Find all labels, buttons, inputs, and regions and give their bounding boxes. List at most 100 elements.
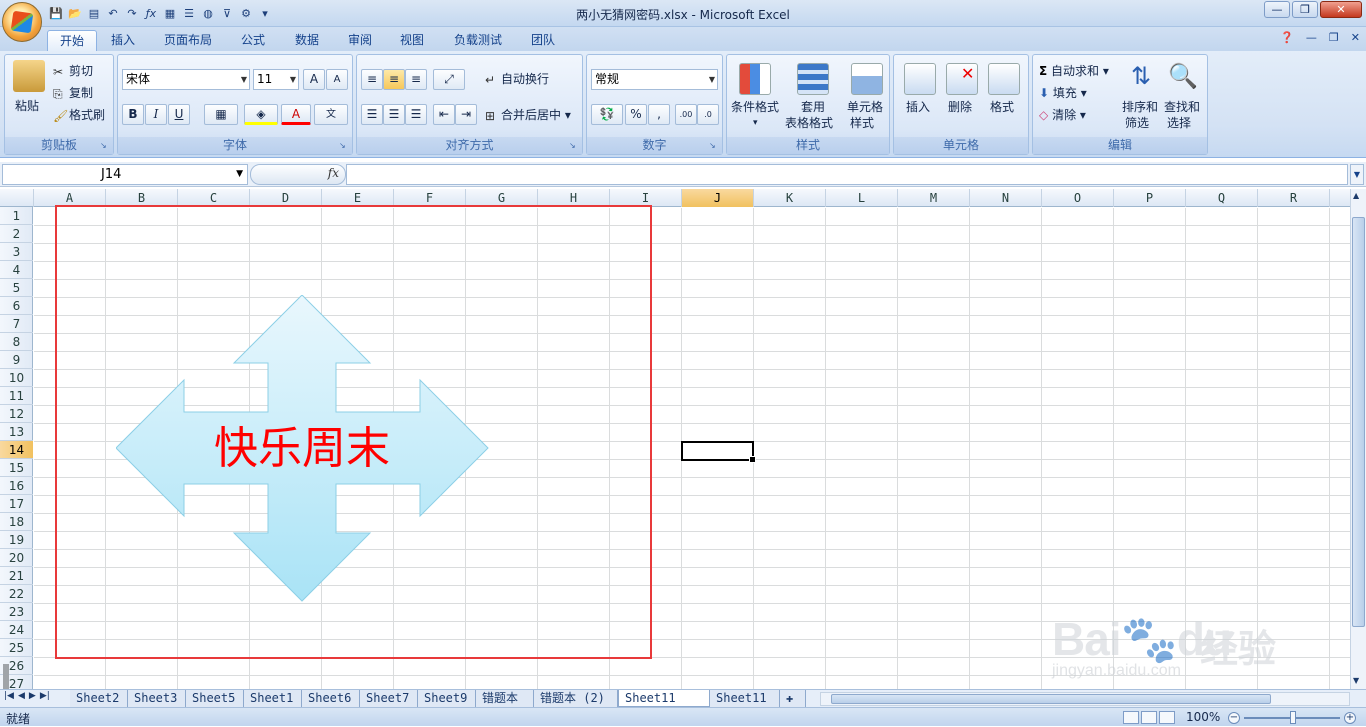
row-header[interactable]: 6 [0, 297, 33, 315]
column-header[interactable]: Q [1186, 189, 1258, 207]
vertical-scroll-thumb[interactable] [1352, 217, 1365, 627]
sheet-tab[interactable]: Sheet3 [128, 690, 186, 707]
increase-indent-button[interactable]: ⇥ [455, 104, 477, 125]
zoom-level[interactable]: 100% [1186, 710, 1220, 724]
vertical-scrollbar[interactable]: ▲ ▼ [1350, 189, 1366, 689]
restore-button[interactable]: ❐ [1292, 1, 1318, 18]
decrease-decimal-button[interactable]: .0 [697, 104, 719, 125]
underline-button[interactable]: U [168, 104, 190, 125]
dialog-launcher-icon[interactable]: ↘ [569, 141, 579, 151]
shrink-font-button[interactable]: A [326, 69, 348, 90]
binoculars-icon[interactable]: 🔍 [1167, 61, 1199, 93]
dialog-launcher-icon[interactable]: ↘ [100, 141, 110, 151]
border-button[interactable]: ▦ [204, 104, 238, 125]
format-cells-icon[interactable] [988, 63, 1020, 95]
sheet-tab[interactable]: Sheet9 [418, 690, 476, 707]
fill-button[interactable]: ⬇ 填充 ▾ [1039, 85, 1087, 101]
row-header[interactable]: 21 [0, 567, 33, 585]
delete-cells-button[interactable]: 删除 [948, 99, 972, 115]
increase-decimal-button[interactable]: .00 [675, 104, 697, 125]
scroll-down-icon[interactable]: ▼ [1353, 676, 1359, 685]
prev-sheet-icon[interactable]: ◀ [18, 691, 25, 701]
row-header[interactable]: 12 [0, 405, 33, 423]
align-bottom-button[interactable]: ≡ [405, 69, 427, 90]
row-header[interactable]: 18 [0, 513, 33, 531]
sheet-tab[interactable]: Sheet5 [186, 690, 244, 707]
first-sheet-icon[interactable]: |◀ [4, 691, 14, 701]
insert-cells-button[interactable]: 插入 [906, 99, 930, 115]
sheet-tab[interactable]: Sheet1 [244, 690, 302, 707]
sort-filter-line2[interactable]: 筛选 [1125, 115, 1149, 131]
align-left-button[interactable]: ☰ [361, 104, 383, 125]
row-header[interactable]: 24 [0, 621, 33, 639]
office-button[interactable] [2, 2, 42, 42]
tab-review[interactable]: 审阅 [336, 30, 384, 51]
conditional-format-icon[interactable] [739, 63, 771, 95]
align-middle-button[interactable]: ≡ [383, 69, 405, 90]
ribbon-minimize-icon[interactable]: — [1306, 31, 1317, 44]
zoom-out-icon[interactable]: − [1228, 712, 1240, 724]
ribbon-restore-icon[interactable]: ❐ [1329, 31, 1339, 44]
name-box[interactable]: J14 ▼ [2, 164, 248, 185]
column-header[interactable]: L [826, 189, 898, 207]
sheet-tab[interactable]: Sheet6 [302, 690, 360, 707]
row-header[interactable]: 17 [0, 495, 33, 513]
sort-filter-line1[interactable]: 排序和 [1122, 99, 1158, 115]
row-header[interactable]: 2 [0, 225, 33, 243]
align-top-button[interactable]: ≡ [361, 69, 383, 90]
scroll-up-icon[interactable]: ▲ [1353, 191, 1359, 200]
sheet-tab[interactable]: Sheet11 [710, 690, 780, 707]
select-all-corner[interactable] [0, 189, 34, 207]
font-color-button[interactable]: A [281, 104, 311, 125]
grow-font-button[interactable]: A [303, 69, 325, 90]
column-header[interactable]: O [1042, 189, 1114, 207]
row-header[interactable]: 15 [0, 459, 33, 477]
sort-filter-icon[interactable]: ⇅ [1125, 61, 1157, 93]
percent-button[interactable]: % [625, 104, 647, 125]
paste-button[interactable]: 粘贴 [15, 98, 39, 114]
tab-data[interactable]: 数据 [283, 30, 331, 51]
normal-view-icon[interactable] [1123, 711, 1139, 724]
row-header[interactable]: 25 [0, 639, 33, 657]
tab-page-layout[interactable]: 页面布局 [152, 30, 224, 51]
zoom-in-icon[interactable]: + [1344, 712, 1356, 724]
formula-input[interactable] [346, 164, 1348, 185]
copy-button[interactable]: ⎘ 复制 [53, 85, 93, 102]
tab-insert[interactable]: 插入 [99, 30, 147, 51]
four-way-arrow-shape[interactable]: 快乐周末 [116, 295, 489, 602]
cut-button[interactable]: ✂ 剪切 [53, 63, 93, 80]
sheet-tab[interactable]: 错题本 [476, 690, 534, 707]
find-select-line1[interactable]: 查找和 [1164, 99, 1200, 115]
dialog-launcher-icon[interactable]: ↘ [709, 141, 719, 151]
row-header[interactable]: 14 [0, 441, 33, 459]
row-header[interactable]: 10 [0, 369, 33, 387]
delete-cells-icon[interactable]: ✕ [946, 63, 978, 95]
close-button[interactable]: ✕ [1320, 1, 1362, 18]
zoom-slider[interactable]: − + [1228, 711, 1356, 724]
row-header[interactable]: 1 [0, 207, 33, 225]
row-header[interactable]: 16 [0, 477, 33, 495]
ribbon-close-icon[interactable]: ✕ [1351, 31, 1360, 44]
sheet-tab[interactable]: Sheet11 (2) [618, 690, 710, 721]
currency-button[interactable]: 💱 [591, 104, 623, 125]
merge-center-button[interactable]: ⊞ 合并后居中 ▾ [485, 107, 571, 124]
row-header[interactable]: 19 [0, 531, 33, 549]
row-header[interactable]: 3 [0, 243, 33, 261]
horizontal-scroll-thumb[interactable] [831, 694, 1271, 704]
row-header[interactable]: 8 [0, 333, 33, 351]
format-cells-button[interactable]: 格式 [990, 99, 1014, 115]
row-header[interactable]: 20 [0, 549, 33, 567]
table-format-line1[interactable]: 套用 [801, 99, 825, 115]
row-header[interactable]: 23 [0, 603, 33, 621]
column-header[interactable]: R [1258, 189, 1330, 207]
insert-sheet-icon[interactable]: ✚ [780, 690, 806, 707]
page-layout-view-icon[interactable] [1141, 711, 1157, 724]
format-painter-button[interactable]: 🖌格式刷 [53, 107, 105, 124]
row-header[interactable]: 11 [0, 387, 33, 405]
autosum-button[interactable]: Σ 自动求和 ▾ [1039, 63, 1109, 79]
cell-styles-line2[interactable]: 样式 [850, 115, 874, 131]
table-format-line2[interactable]: 表格格式 [785, 115, 833, 131]
italic-button[interactable]: I [145, 104, 167, 125]
row-header[interactable]: 13 [0, 423, 33, 441]
number-format-select[interactable]: 常规 ▼ [591, 69, 718, 90]
